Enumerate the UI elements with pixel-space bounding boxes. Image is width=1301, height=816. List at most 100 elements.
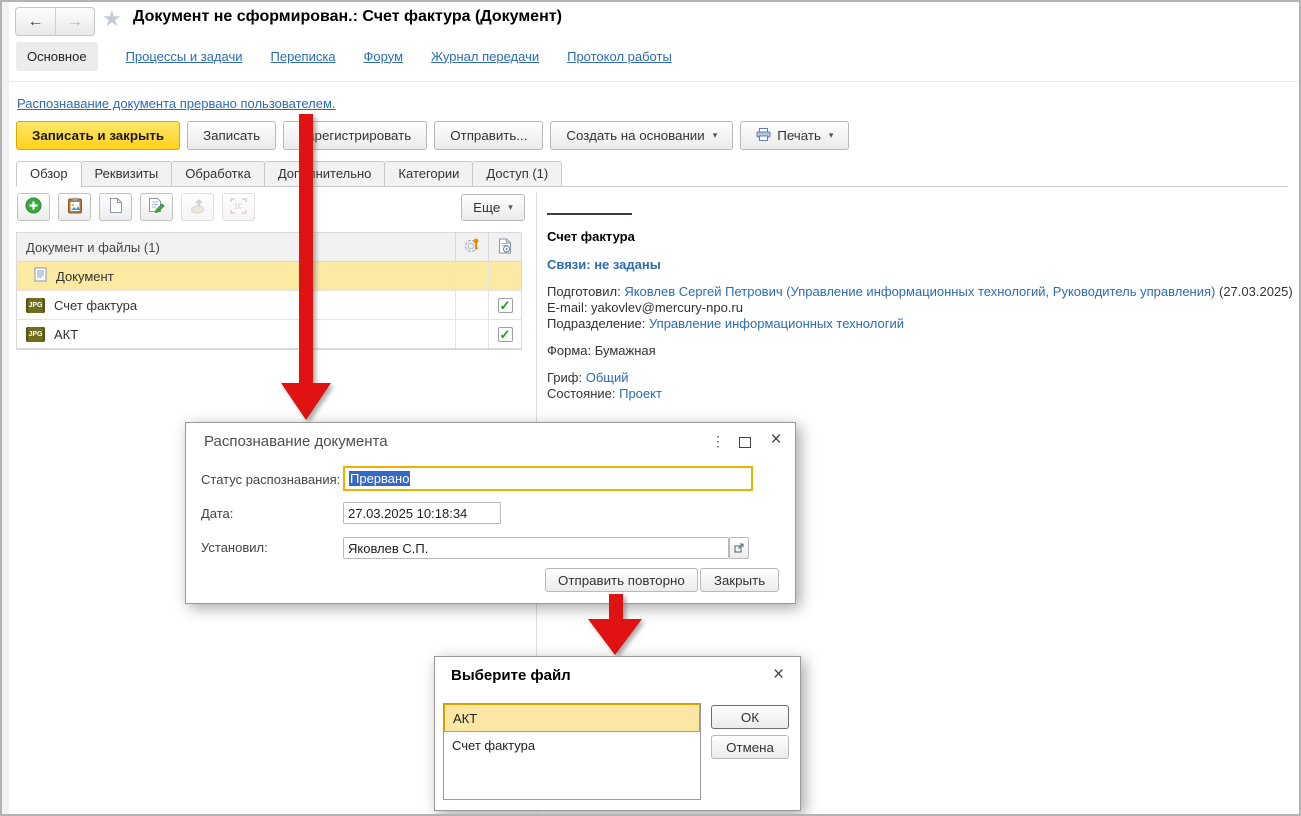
section-nav: Основное Процессы и задачи Переписка Фор… xyxy=(16,40,672,72)
more-label: Еще xyxy=(473,200,500,215)
details-title: Счет фактура xyxy=(547,229,635,244)
header-separator xyxy=(2,81,1299,82)
tab-requisites[interactable]: Реквизиты xyxy=(81,161,173,187)
recognized-checkbox[interactable]: ✓ xyxy=(498,327,513,342)
file-list: АКТ Счет фактура xyxy=(443,703,701,800)
list-item-invoice[interactable]: Счет фактура xyxy=(444,732,700,760)
state-label: Состояние: xyxy=(547,386,615,401)
prepared-line: Подготовил: Яковлев Сергей Петрович (Упр… xyxy=(547,284,1293,299)
nav-link-work-protocol[interactable]: Протокол работы xyxy=(567,49,672,64)
nav-link-forum[interactable]: Форум xyxy=(364,49,404,64)
recognize-frame-icon: 1C xyxy=(230,198,247,217)
blank-document-icon xyxy=(109,197,123,217)
add-icon xyxy=(25,197,42,217)
history-nav: ← → xyxy=(15,7,95,36)
dialog-menu-icon[interactable]: ⋮ xyxy=(710,433,726,450)
open-user-button[interactable] xyxy=(729,537,749,559)
scan-icon xyxy=(189,198,206,217)
user-input[interactable]: Яковлев С.П. xyxy=(343,537,729,559)
create-file-button[interactable] xyxy=(99,193,132,221)
print-label: Печать xyxy=(777,128,821,143)
nav-link-correspondence[interactable]: Переписка xyxy=(271,49,336,64)
paste-from-clipboard-button[interactable] xyxy=(58,193,91,221)
files-toolbar: 1C xyxy=(17,193,255,221)
files-table: Документ и файлы (1) Документ JPG Счет ф… xyxy=(16,232,522,350)
close-button[interactable]: Закрыть xyxy=(700,568,779,592)
app-window: ← → ★ Документ не сформирован.: Счет фак… xyxy=(0,0,1301,816)
recognized-column-header[interactable] xyxy=(488,233,521,261)
save-and-close-button[interactable]: Записать и закрыть xyxy=(16,121,180,150)
cancel-button[interactable]: Отмена xyxy=(711,735,789,759)
recognition-notice-link[interactable]: Распознавание документа прервано пользов… xyxy=(17,96,336,111)
signature-cell[interactable] xyxy=(455,262,488,290)
tab-access[interactable]: Доступ (1) xyxy=(472,161,562,187)
form-line: Форма: Бумажная xyxy=(547,343,656,358)
department-label: Подразделение: xyxy=(547,316,645,331)
prepared-label: Подготовил: xyxy=(547,284,621,299)
row-label: АКТ xyxy=(54,327,78,342)
save-button[interactable]: Записать xyxy=(187,121,276,150)
state-link[interactable]: Проект xyxy=(619,386,662,401)
close-icon[interactable]: × xyxy=(773,664,784,686)
tab-overview[interactable]: Обзор xyxy=(16,161,82,187)
signature-key-icon xyxy=(464,237,481,257)
resend-button[interactable]: Отправить повторно xyxy=(545,568,698,592)
signature-column-header[interactable] xyxy=(455,233,488,261)
prepared-by-link[interactable]: Яковлев Сергей Петрович (Управление инфо… xyxy=(624,284,1215,299)
print-button[interactable]: Печать ▾ xyxy=(740,121,849,150)
prepared-date: (27.03.2025) xyxy=(1219,284,1293,299)
edit-file-button[interactable] xyxy=(140,193,173,221)
forward-button[interactable]: → xyxy=(55,8,94,35)
scan-button[interactable] xyxy=(181,193,214,221)
more-button[interactable]: Еще ▾ xyxy=(461,194,525,221)
nav-link-transfer-log[interactable]: Журнал передачи xyxy=(431,49,539,64)
files-table-header[interactable]: Документ и файлы (1) xyxy=(17,233,521,262)
table-row-invoice[interactable]: JPG Счет фактура ✓ xyxy=(17,291,521,320)
ok-button[interactable]: ОК xyxy=(711,705,789,729)
status-label: Статус распознавания: xyxy=(201,472,340,487)
maximize-icon[interactable] xyxy=(739,437,751,448)
page-title: Документ не сформирован.: Счет фактура (… xyxy=(133,8,562,26)
list-item-akt[interactable]: АКТ xyxy=(444,704,700,732)
relations-link[interactable]: Связи: не заданы xyxy=(547,257,661,272)
back-button[interactable]: ← xyxy=(16,8,55,35)
row-label: Документ xyxy=(56,269,114,284)
close-icon[interactable]: × xyxy=(768,429,784,451)
add-file-button[interactable] xyxy=(17,193,50,221)
check-icon: ✓ xyxy=(500,328,511,341)
nav-link-processes[interactable]: Процессы и задачи xyxy=(126,49,243,64)
recognized-cell[interactable]: ✓ xyxy=(488,291,521,319)
tab-additional[interactable]: Дополнительно xyxy=(264,161,386,187)
create-based-on-button[interactable]: Создать на основании ▾ xyxy=(550,121,733,150)
signature-cell[interactable] xyxy=(455,320,488,348)
signature-cell[interactable] xyxy=(455,291,488,319)
table-row-document[interactable]: Документ xyxy=(17,262,521,291)
department-line: Подразделение: Управление информационных… xyxy=(547,316,904,331)
send-button[interactable]: Отправить... xyxy=(434,121,543,150)
clipboard-image-icon xyxy=(67,197,83,217)
forward-icon: → xyxy=(67,13,83,31)
window-edge xyxy=(2,2,9,814)
arrow-shaft xyxy=(299,114,313,384)
user-label: Установил: xyxy=(201,540,268,555)
favorite-star-icon[interactable]: ★ xyxy=(102,6,122,32)
department-link[interactable]: Управление информационных технологий xyxy=(649,316,904,331)
recognized-checkbox[interactable]: ✓ xyxy=(498,298,513,313)
file-select-dialog: Выберите файл × АКТ Счет фактура ОК Отме… xyxy=(434,656,801,811)
tab-main[interactable]: Основное xyxy=(16,42,98,71)
back-icon: ← xyxy=(28,13,44,31)
create-based-on-label: Создать на основании xyxy=(566,128,704,143)
date-input[interactable]: 27.03.2025 10:18:34 xyxy=(343,502,501,524)
recognize-text-button[interactable]: 1C xyxy=(222,193,255,221)
grif-link[interactable]: Общий xyxy=(586,370,629,385)
chevron-down-icon: ▾ xyxy=(829,130,834,141)
table-row-akt[interactable]: JPG АКТ ✓ xyxy=(17,320,521,349)
grif-line: Гриф: Общий xyxy=(547,370,629,385)
recognized-cell[interactable] xyxy=(488,262,521,290)
tab-processing[interactable]: Обработка xyxy=(171,161,265,187)
command-bar: Записать и закрыть Записать Зарегистриро… xyxy=(16,121,849,150)
tab-strip: Обзор Реквизиты Обработка Дополнительно … xyxy=(16,161,1288,187)
tab-categories[interactable]: Категории xyxy=(384,161,473,187)
recognized-cell[interactable]: ✓ xyxy=(488,320,521,348)
status-input[interactable]: Прервано xyxy=(343,466,753,491)
